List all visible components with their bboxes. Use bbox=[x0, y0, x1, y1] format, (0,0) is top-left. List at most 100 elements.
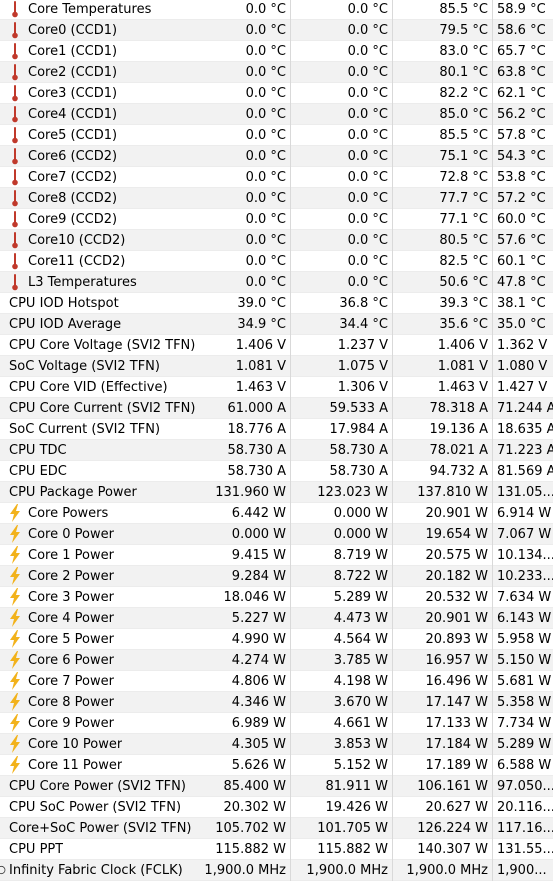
sensor-row[interactable]: SoC Voltage (SVI2 TFN) 1.081 V 1.075 V 1.08… bbox=[0, 355, 553, 377]
bolt-icon-graphic bbox=[10, 630, 20, 648]
sensor-name-cell: Core+SoC Power (SVI2 TFN) bbox=[0, 818, 195, 839]
bolt-icon-graphic bbox=[10, 567, 20, 585]
average-value: 5.150 W bbox=[497, 652, 552, 668]
min-value: 3.785 W bbox=[291, 649, 393, 671]
max-value: 20.575 W bbox=[393, 544, 493, 566]
sensor-row[interactable]: CPU IOD Hotspot 39.0 °C 36.8 °C 39.3 °C 38.1… bbox=[0, 292, 553, 314]
sensor-row[interactable]: Core 5 Power 4.990 W 4.564 W 20.893 W 5.958 … bbox=[0, 628, 553, 650]
sensor-row[interactable]: CPU Core Current (SVI2 TFN) 61.000 A 59.53… bbox=[0, 397, 553, 419]
current-value: 4.806 W bbox=[195, 670, 291, 692]
sensor-row[interactable]: Core 4 Power 5.227 W 4.473 W 20.901 W 6.143 … bbox=[0, 607, 553, 629]
sensor-row[interactable]: Core 2 Power 9.284 W 8.722 W 20.182 W 10.233… bbox=[0, 565, 553, 587]
bolt-icon bbox=[5, 755, 25, 776]
thermometer-icon bbox=[5, 20, 25, 41]
current-value: 115.882 W bbox=[195, 838, 291, 860]
thermometer-icon bbox=[5, 125, 25, 146]
sensor-name-cell: Core 2 Power bbox=[0, 566, 195, 587]
sensor-row[interactable]: Core8 (CCD2) 0.0 °C 0.0 °C 77.7 °C 57.2 °C bbox=[0, 187, 553, 209]
sensor-row[interactable]: Core1 (CCD1) 0.0 °C 0.0 °C 83.0 °C 65.7 °C bbox=[0, 40, 553, 62]
average-value: 5.681 W bbox=[497, 673, 552, 689]
current-value: 85.400 W bbox=[195, 775, 291, 797]
sensor-table: Core Temperatures 0.0 °C 0.0 °C 85.5 °C 58.9… bbox=[0, 0, 553, 888]
sensor-row[interactable]: Core11 (CCD2) 0.0 °C 0.0 °C 82.5 °C 60.1 °C bbox=[0, 250, 553, 272]
current-value: 6.989 W bbox=[195, 712, 291, 734]
min-value: 0.0 °C bbox=[291, 40, 393, 62]
sensor-name-cell: Core 7 Power bbox=[0, 671, 195, 692]
sensor-row[interactable]: Core9 (CCD2) 0.0 °C 0.0 °C 77.1 °C 60.0 °C bbox=[0, 208, 553, 230]
min-value: 0.000 W bbox=[291, 502, 393, 524]
max-value: 137.810 W bbox=[393, 481, 493, 503]
sensor-row[interactable]: Infinity Fabric Clock (FCLK) 1,900.0 MHz 1… bbox=[0, 859, 553, 881]
sensor-row[interactable]: Core 7 Power 4.806 W 4.198 W 16.496 W 5.681 … bbox=[0, 670, 553, 692]
current-value: 0.0 °C bbox=[195, 103, 291, 125]
sensor-row[interactable]: Core Temperatures 0.0 °C 0.0 °C 85.5 °C 58.9… bbox=[0, 0, 553, 20]
sensor-row[interactable]: CPU EDC 58.730 A 58.730 A 94.732 A 81.569 A bbox=[0, 460, 553, 482]
min-value: 58.730 A bbox=[291, 439, 393, 461]
thermometer-icon-graphic bbox=[12, 127, 18, 144]
average-value: 5.289 W bbox=[497, 736, 552, 752]
average-value: 6.914 W bbox=[497, 505, 552, 521]
max-value: 35.6 °C bbox=[393, 313, 493, 335]
max-value: 20.182 W bbox=[393, 565, 493, 587]
sensor-name-cell: CPU Core Power (SVI2 TFN) bbox=[0, 776, 195, 797]
sensor-row[interactable]: CPU Core Power (SVI2 TFN) 85.400 W 81.911 … bbox=[0, 775, 553, 797]
sensor-row[interactable]: CPU Core VID (Effective) 1.463 V 1.306 V 1.… bbox=[0, 376, 553, 398]
sensor-row[interactable]: SoC Current (SVI2 TFN) 18.776 A 17.984 A 19… bbox=[0, 418, 553, 440]
average-value: 1,900... bbox=[497, 862, 547, 878]
max-value: 1.081 V bbox=[393, 355, 493, 377]
sensor-label: Core+SoC Power (SVI2 TFN) bbox=[9, 820, 192, 836]
sensor-row[interactable]: CPU IOD Average 34.9 °C 34.4 °C 35.6 °C 35.0… bbox=[0, 313, 553, 335]
thermometer-icon bbox=[5, 83, 25, 104]
sensor-row[interactable]: CPU PPT 115.882 W 115.882 W 140.307 W 131.55… bbox=[0, 838, 553, 860]
sensor-name-cell: Core1 (CCD1) bbox=[0, 41, 195, 62]
sensor-row[interactable]: Core+SoC Power (SVI2 TFN) 105.702 W 101.70… bbox=[0, 817, 553, 839]
sensor-name-cell: Core 4 Power bbox=[0, 608, 195, 629]
sensor-row[interactable]: CPU Core Voltage (SVI2 TFN) 1.406 V 1.237 … bbox=[0, 334, 553, 356]
average-value: 131.55... bbox=[497, 841, 553, 857]
sensor-label: CPU Core VID (Effective) bbox=[9, 379, 168, 395]
bolt-icon-graphic bbox=[10, 672, 20, 690]
sensor-row[interactable]: Core3 (CCD1) 0.0 °C 0.0 °C 82.2 °C 62.1 °C bbox=[0, 82, 553, 104]
current-value: 0.0 °C bbox=[195, 19, 291, 41]
sensor-row[interactable]: Core Powers 6.442 W 0.000 W 20.901 W 6.914 W bbox=[0, 502, 553, 524]
average-value: 10.134... bbox=[497, 547, 553, 563]
sensor-label: Core 3 Power bbox=[28, 589, 114, 605]
sensor-row[interactable]: Core 11 Power 5.626 W 5.152 W 17.189 W 6.588… bbox=[0, 754, 553, 776]
sensor-row[interactable]: Core7 (CCD2) 0.0 °C 0.0 °C 72.8 °C 53.8 °C bbox=[0, 166, 553, 188]
sensor-row[interactable]: Core 1 Power 9.415 W 8.719 W 20.575 W 10.134… bbox=[0, 544, 553, 566]
min-value: 1.075 V bbox=[291, 355, 393, 377]
sensor-row[interactable]: Core 8 Power 4.346 W 3.670 W 17.147 W 5.358 … bbox=[0, 691, 553, 713]
sensor-name-cell: Core 3 Power bbox=[0, 587, 195, 608]
current-value: 4.346 W bbox=[195, 691, 291, 713]
sensor-row[interactable]: Core 3 Power 18.046 W 5.289 W 20.532 W 7.634… bbox=[0, 586, 553, 608]
sensor-row[interactable]: Core4 (CCD1) 0.0 °C 0.0 °C 85.0 °C 56.2 °C bbox=[0, 103, 553, 125]
sensor-label: Core 0 Power bbox=[28, 526, 114, 542]
sensor-label: CPU SoC Power (SVI2 TFN) bbox=[9, 799, 182, 815]
sensor-row[interactable]: L3 Temperatures 0.0 °C 0.0 °C 50.6 °C 47.8 °… bbox=[0, 271, 553, 293]
sensor-row[interactable]: CPU Package Power 131.960 W 123.023 W 137.8… bbox=[0, 481, 553, 503]
max-value: 77.1 °C bbox=[393, 208, 493, 230]
sensor-row[interactable]: Core 10 Power 4.305 W 3.853 W 17.184 W 5.289… bbox=[0, 733, 553, 755]
sensor-row[interactable]: CPU TDC 58.730 A 58.730 A 78.021 A 71.223 A bbox=[0, 439, 553, 461]
sensor-row[interactable]: Core 9 Power 6.989 W 4.661 W 17.133 W 7.734 … bbox=[0, 712, 553, 734]
sensor-label: CPU IOD Average bbox=[9, 316, 122, 332]
current-value: 4.990 W bbox=[195, 628, 291, 650]
min-value: 0.0 °C bbox=[291, 208, 393, 230]
average-value: 7.634 W bbox=[497, 589, 552, 605]
average-value: 1.362 V bbox=[497, 337, 548, 353]
sensor-row[interactable]: Core5 (CCD1) 0.0 °C 0.0 °C 85.5 °C 57.8 °C bbox=[0, 124, 553, 146]
sensor-row[interactable]: Core 0 Power 0.000 W 0.000 W 19.654 W 7.067 … bbox=[0, 523, 553, 545]
min-value: 8.719 W bbox=[291, 544, 393, 566]
bolt-icon bbox=[5, 692, 25, 713]
sensor-row[interactable]: CPU SoC Power (SVI2 TFN) 20.302 W 19.426 W… bbox=[0, 796, 553, 818]
min-value: 36.8 °C bbox=[291, 292, 393, 314]
sensor-row[interactable]: Core10 (CCD2) 0.0 °C 0.0 °C 80.5 °C 57.6 °C bbox=[0, 229, 553, 251]
sensor-row[interactable]: Core2 (CCD1) 0.0 °C 0.0 °C 80.1 °C 63.8 °C bbox=[0, 61, 553, 83]
sensor-row[interactable]: Core 6 Power 4.274 W 3.785 W 16.957 W 5.150 … bbox=[0, 649, 553, 671]
sensor-row[interactable]: Core6 (CCD2) 0.0 °C 0.0 °C 75.1 °C 54.3 °C bbox=[0, 145, 553, 167]
sensor-label: SoC Current (SVI2 TFN) bbox=[9, 421, 161, 437]
sensor-label: Core7 (CCD2) bbox=[28, 169, 118, 185]
sensor-row[interactable]: Core0 (CCD1) 0.0 °C 0.0 °C 79.5 °C 58.6 °C bbox=[0, 19, 553, 41]
current-value: 1.463 V bbox=[195, 376, 291, 398]
max-value: 20.893 W bbox=[393, 628, 493, 650]
